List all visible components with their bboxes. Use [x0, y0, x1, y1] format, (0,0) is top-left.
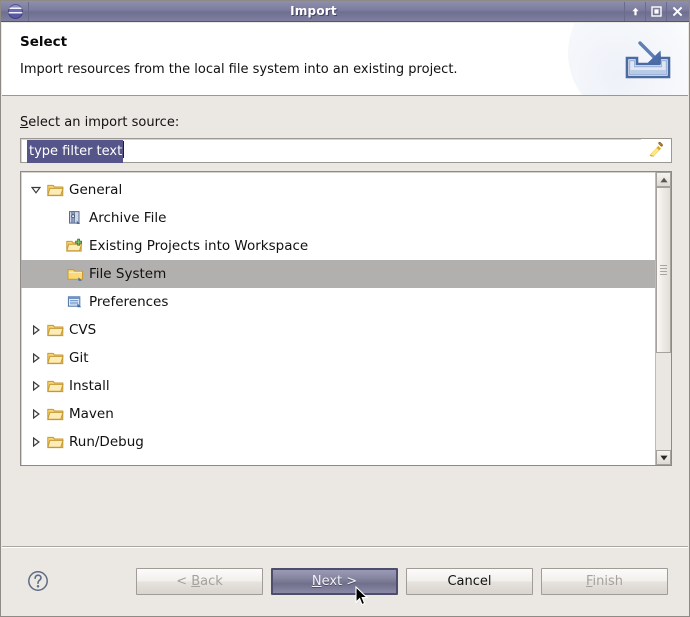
- window-title: Import: [290, 4, 337, 18]
- cancel-button-label: Cancel: [447, 573, 492, 589]
- open-folder-icon: [45, 435, 65, 449]
- dialog-button-bar: < Back Next > Cancel Finish: [2, 546, 688, 615]
- import-source-tree[interactable]: General Archive File Existing Projects i…: [20, 171, 672, 466]
- tree-item-general[interactable]: General: [21, 176, 655, 204]
- scrollbar-thumb[interactable]: [656, 187, 671, 353]
- scroll-up-icon: [659, 177, 668, 182]
- expand-twisty-icon[interactable]: [27, 353, 45, 363]
- import-tray-icon: [620, 39, 676, 85]
- closed-folder-icon: [65, 267, 85, 282]
- open-folder-icon: [45, 351, 65, 365]
- open-folder-icon: [45, 183, 65, 197]
- tree-item-existing-projects[interactable]: Existing Projects into Workspace: [21, 232, 655, 260]
- dialog-header: Select Import resources from the local f…: [2, 23, 688, 96]
- tree-item-label: Run/Debug: [69, 433, 144, 450]
- import-source-label: Select an import source:: [20, 115, 672, 130]
- tree-item-git[interactable]: Git: [21, 344, 655, 372]
- tree-rows: General Archive File Existing Projects i…: [21, 172, 655, 465]
- scrollbar-track[interactable]: [656, 187, 671, 450]
- close-x-icon: [672, 6, 682, 16]
- help-button[interactable]: [26, 569, 50, 593]
- tree-vertical-scrollbar[interactable]: [655, 172, 671, 465]
- import-projects-folder-icon: [65, 238, 85, 254]
- eclipse-icon: [8, 3, 23, 19]
- filter-row: type filter text: [20, 138, 672, 163]
- tree-item-label: Install: [69, 377, 110, 394]
- tree-item-file-system[interactable]: File System: [21, 260, 655, 288]
- tree-item-label: General: [69, 181, 123, 198]
- page-title: Select: [20, 34, 68, 50]
- back-button-label: < Back: [176, 573, 223, 589]
- expand-twisty-icon[interactable]: [27, 409, 45, 419]
- import-dialog-window: Import Select Import resources from the …: [0, 0, 690, 617]
- filter-input-value: type filter text: [27, 140, 125, 163]
- next-button[interactable]: Next >: [271, 567, 398, 605]
- open-folder-icon: [45, 379, 65, 393]
- open-folder-icon: [45, 323, 65, 337]
- tree-item-preferences[interactable]: Preferences: [21, 288, 655, 316]
- tree-item-label: CVS: [69, 321, 97, 338]
- tree-item-archive-file[interactable]: Archive File: [21, 204, 655, 232]
- import-source-label-rest: elect an import source:: [28, 115, 180, 130]
- tree-item-label: Preferences: [89, 293, 169, 310]
- next-button-label: Next >: [311, 573, 358, 589]
- clear-filter-button[interactable]: [641, 139, 671, 162]
- collapse-twisty-icon[interactable]: [27, 185, 45, 195]
- tree-item-label: Git: [69, 349, 89, 366]
- tree-item-label: Maven: [69, 405, 114, 422]
- scroll-down-button[interactable]: [656, 450, 671, 465]
- tree-item-label: Existing Projects into Workspace: [89, 237, 309, 254]
- scrollbar-grip: [660, 263, 667, 277]
- maximize-button[interactable]: [645, 1, 666, 21]
- wizard-buttons: < Back Next > Cancel Finish: [136, 567, 674, 605]
- arrow-up-icon: [631, 7, 639, 15]
- help-question-icon: [28, 571, 48, 591]
- window-controls: [624, 1, 687, 21]
- expand-twisty-icon[interactable]: [27, 381, 45, 391]
- expand-twisty-icon[interactable]: [27, 325, 45, 335]
- tree-item-label: Archive File: [89, 209, 167, 226]
- mouse-pointer: [355, 585, 368, 605]
- open-folder-icon: [45, 407, 65, 421]
- cancel-button[interactable]: Cancel: [406, 567, 533, 595]
- finish-button-label: Finish: [585, 573, 624, 589]
- tree-item-maven[interactable]: Maven: [21, 400, 655, 428]
- tree-item-install[interactable]: Install: [21, 372, 655, 400]
- preferences-page-icon: [65, 295, 85, 310]
- maximize-square-icon: [650, 5, 662, 17]
- shade-button[interactable]: [624, 1, 645, 21]
- archive-file-icon: [65, 210, 85, 226]
- back-button[interactable]: < Back: [136, 567, 263, 595]
- tree-item-run-debug[interactable]: Run/Debug: [21, 428, 655, 456]
- scroll-down-icon: [659, 455, 668, 460]
- tree-item-cvs[interactable]: CVS: [21, 316, 655, 344]
- broom-icon: [649, 141, 663, 157]
- scroll-up-button[interactable]: [656, 172, 671, 187]
- window-titlebar: Import: [1, 1, 689, 22]
- dialog-body: Select an import source: type filter tex…: [2, 96, 688, 546]
- close-button[interactable]: [666, 1, 687, 21]
- finish-button[interactable]: Finish: [541, 567, 668, 595]
- filter-input[interactable]: type filter text: [21, 139, 641, 163]
- tree-item-label: File System: [89, 265, 167, 282]
- page-description: Import resources from the local file sys…: [20, 62, 458, 77]
- expand-twisty-icon[interactable]: [27, 437, 45, 447]
